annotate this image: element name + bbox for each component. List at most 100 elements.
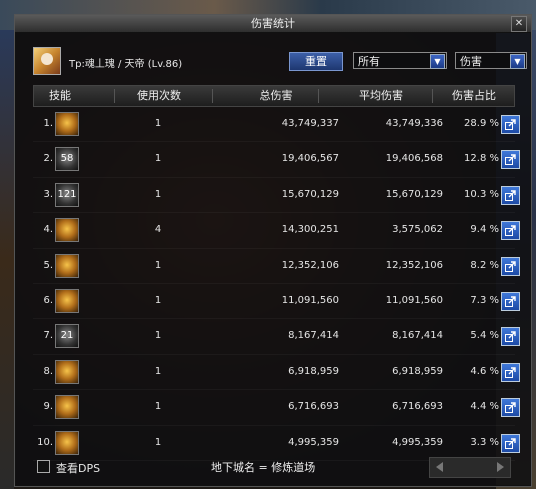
row-use-count: 1 [154,294,162,306]
column-header-average[interactable]: 平均伤害 [318,86,444,106]
filter-select[interactable]: 所有 ▼ [353,52,447,69]
row-average-damage: 6,716,693 [392,401,443,413]
scroll-right-arrow[interactable] [497,462,504,472]
reset-button[interactable]: 重置 [289,52,343,71]
chevron-down-icon[interactable]: ▼ [430,54,445,69]
row-damage-share: 12.8 % [464,153,499,165]
dungeon-name: 地下城名 = 修炼道场 [211,461,316,474]
row-rank: 9. [43,401,53,413]
view-dps-label: 查看DPS [56,462,101,475]
row-use-count: 1 [154,259,162,271]
row-use-count: 1 [154,118,162,129]
share-button[interactable] [501,327,520,347]
row-rank: 2. [43,153,53,165]
row-average-damage: 19,406,568 [385,153,443,165]
share-icon [505,296,516,307]
character-name: Tp:魂丄瑰 / 天帝 (Lv.86) [69,59,183,70]
row-damage-share: 7.3 % [470,294,499,306]
share-button[interactable] [501,362,520,382]
skill-icon[interactable]: 21 [55,324,79,349]
horizontal-scrollbar[interactable] [429,457,511,478]
character-portrait [33,47,61,75]
row-rank: 6. [43,294,53,306]
share-button[interactable] [501,115,520,134]
row-damage-share: 10.3 % [464,188,499,200]
table-row: 10. 1 4,995,359 4,995,359 3.3 % [33,426,520,461]
table-row: 9. 1 6,716,693 6,716,693 4.4 % [33,390,520,426]
table-row: 6. 1 11,091,560 11,091,560 7.3 % [33,284,520,320]
skill-icon[interactable] [55,395,79,420]
table-row: 2. 58 1 19,406,567 19,406,568 12.8 % [33,142,520,178]
skill-icon[interactable] [55,218,79,243]
skill-icon[interactable]: 58 [55,147,79,172]
view-dps-checkbox[interactable] [37,460,50,473]
share-icon [505,331,516,343]
row-rank: 3. [43,188,53,200]
row-damage-share: 8.2 % [470,259,499,271]
share-button[interactable] [501,433,520,453]
share-button[interactable] [501,185,520,205]
share-button[interactable] [501,150,520,170]
share-icon [505,190,516,201]
row-damage-share: 9.4 % [470,224,499,236]
table-row: 8. 1 6,918,959 6,918,959 4.6 % [33,355,520,391]
close-button[interactable]: ✕ [511,16,527,32]
row-use-count: 1 [154,401,162,413]
row-damage-share: 3.3 % [470,436,499,448]
table-row: 7. 21 1 8,167,414 8,167,414 5.4 % [33,319,520,355]
row-rank: 5. [43,259,53,271]
share-icon [505,437,516,449]
row-average-damage: 43,749,336 [385,118,443,129]
share-icon [505,260,516,272]
skill-icon[interactable] [55,359,79,384]
row-rank: 1. [43,118,53,129]
row-average-damage: 11,091,560 [385,294,443,306]
footer-bar: 查看DPS 地下城名 = 修炼道场 [33,457,515,478]
filter-select-value: 所有 [358,55,380,68]
row-rank: 10. [37,436,53,448]
share-icon [505,119,516,130]
close-icon: ✕ [514,18,524,29]
skill-icon[interactable] [55,430,79,455]
row-average-damage: 8,167,414 [392,330,443,342]
row-use-count: 1 [154,153,162,165]
share-icon [505,402,516,414]
share-icon [505,225,516,237]
share-button[interactable] [501,256,520,276]
column-header-share[interactable]: 伤害占比 [432,86,516,106]
row-damage-share: 5.4 % [470,330,499,342]
row-rank: 8. [43,365,53,377]
row-average-damage: 4,995,359 [392,436,443,448]
table-row: 4. 4 14,300,251 3,575,062 9.4 % [33,213,520,249]
table-row: 5. 1 12,352,106 12,352,106 8.2 % [33,249,520,284]
row-use-count: 1 [154,330,162,342]
share-button[interactable] [501,221,520,241]
stat-type-select[interactable]: 伤害 ▼ [455,52,527,69]
share-icon [505,367,516,378]
row-average-damage: 3,575,062 [392,224,443,236]
damage-stats-window: 伤害统计 ✕ Tp:魂丄瑰 / 天帝 (Lv.86) 重置 所有 ▼ 伤害 ▼ … [14,14,532,487]
row-damage-share: 4.4 % [470,401,499,413]
skill-icon[interactable] [55,288,79,313]
row-rank: 7. [43,330,53,342]
share-button[interactable] [501,291,520,311]
table-body: 1. 1 43,749,337 43,749,336 28.9 % 2. 58 1 19,406… [33,107,520,461]
row-rank: 4. [43,224,53,236]
scroll-left-arrow[interactable] [436,462,443,472]
row-use-count: 1 [154,436,162,448]
column-header-uses[interactable]: 使用次数 [114,86,204,106]
damage-table: 技能 使用次数 总伤害 平均伤害 伤害占比 1. 1 43,749,337 43,74… [33,85,520,461]
skill-icon[interactable] [55,253,79,278]
skill-icon[interactable] [55,112,79,136]
row-damage-share: 28.9 % [464,118,499,129]
table-row: 1. 1 43,749,337 43,749,336 28.9 % [33,107,520,143]
row-use-count: 1 [154,188,162,200]
stat-type-select-value: 伤害 [460,55,482,68]
share-button[interactable] [501,398,520,418]
column-header-skill[interactable]: 技能 [34,86,86,106]
game-background-left [0,30,14,489]
row-damage-share: 4.6 % [470,365,499,377]
chevron-down-icon[interactable]: ▼ [510,54,525,69]
skill-icon[interactable]: 121 [55,182,79,207]
share-icon [505,154,516,166]
